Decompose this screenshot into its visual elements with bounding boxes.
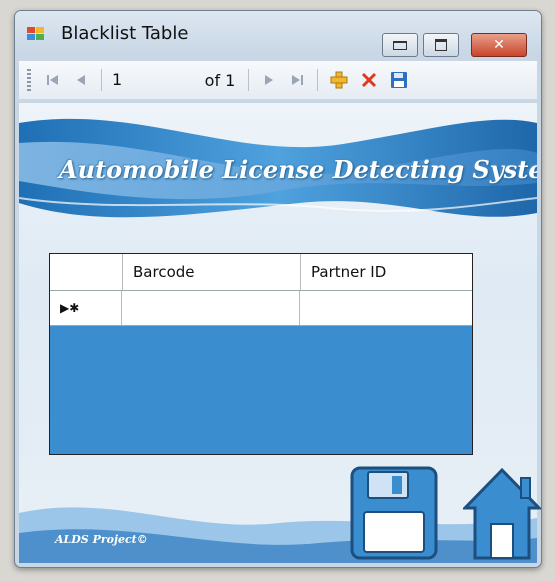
close-button[interactable]: ✕ [471, 33, 527, 57]
save-button[interactable] [384, 67, 414, 93]
minimize-icon [393, 40, 407, 50]
move-next-button[interactable] [255, 67, 283, 93]
move-previous-button[interactable] [67, 67, 95, 93]
delete-button[interactable] [354, 67, 384, 93]
add-new-button[interactable] [324, 67, 354, 93]
save-icon [391, 72, 407, 88]
move-first-icon [47, 75, 58, 85]
move-first-button[interactable] [39, 67, 67, 93]
toolbar-grip[interactable] [27, 69, 31, 91]
title-bar[interactable]: Blacklist Table ✕ [15, 11, 541, 57]
binding-navigator-toolbar: 1 of 1 [19, 61, 537, 99]
app-icon [27, 27, 44, 40]
toolbar-separator [248, 69, 249, 91]
move-last-icon [292, 75, 303, 85]
delete-icon [361, 72, 377, 88]
column-header-barcode[interactable]: Barcode [123, 254, 301, 290]
barcode-cell[interactable] [122, 291, 300, 325]
toolbar-separator [101, 69, 102, 91]
blacklist-window: Blacklist Table ✕ 1 of 1 Automobile Lice… [14, 10, 542, 568]
position-input[interactable]: 1 [108, 69, 198, 91]
toolbar-separator [317, 69, 318, 91]
move-next-icon [265, 75, 273, 85]
column-header-partner-id[interactable]: Partner ID [301, 254, 472, 290]
row-header-corner[interactable] [50, 254, 123, 290]
grid-header-row: Barcode Partner ID [50, 254, 472, 291]
add-icon [330, 71, 348, 89]
footer-wave-image [19, 507, 537, 563]
count-label: of 1 [204, 70, 236, 90]
new-row[interactable]: ▶✱ [50, 291, 472, 326]
home-button[interactable] [463, 466, 541, 562]
save-floppy-button[interactable] [350, 466, 440, 562]
window-title: Blacklist Table [61, 23, 189, 44]
footer-credit: ALDS Project© [55, 533, 148, 546]
form-content: Automobile License Detecting System Barc… [19, 103, 537, 563]
minimize-button[interactable] [382, 33, 418, 57]
new-row-indicator-icon[interactable]: ▶✱ [50, 291, 122, 325]
close-icon: ✕ [493, 37, 505, 53]
move-previous-icon [77, 75, 85, 85]
move-last-button[interactable] [283, 67, 311, 93]
blacklist-data-grid[interactable]: Barcode Partner ID ▶✱ [49, 253, 473, 455]
banner-title: Automobile License Detecting System [59, 155, 537, 184]
maximize-button[interactable] [423, 33, 459, 57]
partner-id-cell[interactable] [300, 291, 472, 325]
maximize-icon [435, 39, 447, 51]
